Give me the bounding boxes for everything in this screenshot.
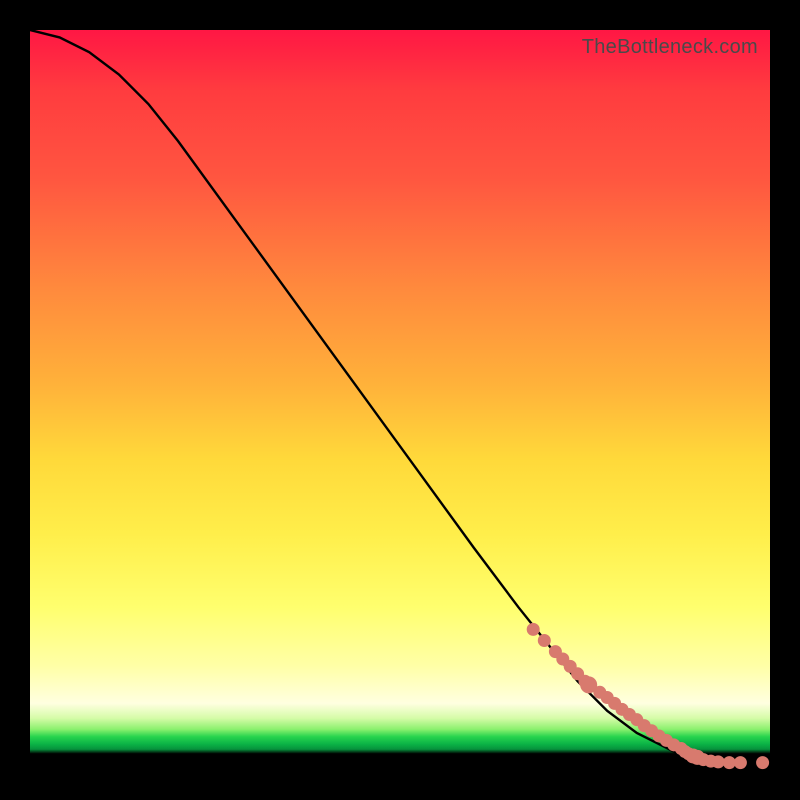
data-marker [734, 757, 746, 769]
data-markers [527, 623, 768, 768]
data-marker [538, 635, 550, 647]
plot-area: TheBottleneck.com [30, 30, 770, 770]
curve-line [30, 30, 770, 763]
data-marker [712, 756, 724, 768]
data-marker [757, 757, 769, 769]
data-marker [527, 623, 539, 635]
chart-container: TheBottleneck.com [0, 0, 800, 800]
chart-svg [30, 30, 770, 770]
data-marker [723, 757, 735, 769]
